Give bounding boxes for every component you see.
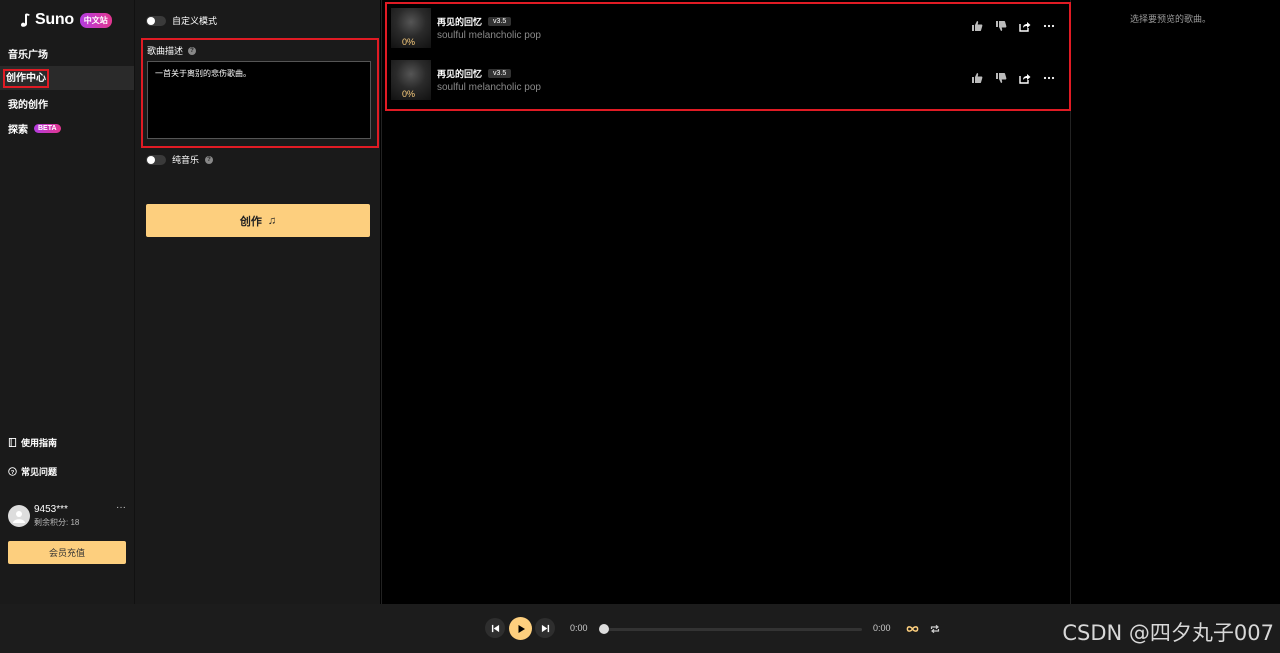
help-icon[interactable]: ? <box>188 46 197 55</box>
sidebar-item-label: 创作中心 <box>3 68 49 88</box>
sidebar-item-label: 音乐广场 <box>8 49 48 61</box>
instrumental-toggle[interactable] <box>146 154 166 165</box>
brand-name: Suno <box>35 11 74 28</box>
sidebar-item-create-center[interactable]: 创作中心 <box>0 66 134 90</box>
version-badge: v3.5 <box>488 69 512 78</box>
thumbs-down-icon[interactable] <box>995 72 1007 84</box>
song-cover[interactable]: 0% <box>391 8 431 48</box>
instrumental-row: 纯音乐 ? <box>146 153 214 166</box>
guide-label: 使用指南 <box>21 438 58 448</box>
play-button[interactable] <box>509 617 532 640</box>
svg-text:?: ? <box>11 470 15 476</box>
user-profile[interactable]: 9453*** 剩余积分: 18 <box>8 504 79 528</box>
thumbs-up-icon[interactable] <box>971 20 983 32</box>
more-icon[interactable] <box>1043 20 1055 32</box>
sidebar-item-music-square[interactable]: 音乐广场 <box>0 41 134 65</box>
skip-previous-icon <box>491 624 499 632</box>
previous-button[interactable] <box>485 618 505 638</box>
progress-track[interactable] <box>604 628 862 631</box>
preview-panel: 选择要预览的歌曲。 <box>1072 0 1280 604</box>
beta-badge: BETA <box>34 123 61 133</box>
book-icon <box>8 438 17 447</box>
guide-link[interactable]: 使用指南 <box>8 436 57 449</box>
song-description-section: 歌曲描述 ? 一首关于离别的悲伤歌曲。 <box>141 38 379 148</box>
next-button[interactable] <box>535 618 555 638</box>
create-button[interactable]: 创作 ♫ <box>146 204 370 237</box>
custom-mode-label: 自定义模式 <box>172 16 218 26</box>
faq-label: 常见问题 <box>21 467 58 477</box>
preview-empty-text: 选择要预览的歌曲。 <box>1130 14 1212 24</box>
song-title[interactable]: 再见的回忆 <box>437 15 482 28</box>
song-list: 0% 再见的回忆 v3.5 soulful melancholic pop 0% <box>381 0 1071 604</box>
site-badge: 中文站 <box>79 12 112 28</box>
song-description-label-row: 歌曲描述 ? <box>147 44 197 57</box>
song-row[interactable]: 0% 再见的回忆 v3.5 soulful melancholic pop <box>391 58 1063 102</box>
watermark: CSDN @四夕丸子007 <box>1062 621 1274 645</box>
repeat-icon[interactable] <box>930 624 940 634</box>
song-style: soulful melancholic pop <box>437 82 541 93</box>
sidebar: Suno 中文站 音乐广场 创作中心 我的创作 探索 BETA 使用指南 ? 常… <box>0 0 134 604</box>
version-badge: v3.5 <box>488 17 512 26</box>
song-row[interactable]: 0% 再见的回忆 v3.5 soulful melancholic pop <box>391 6 1063 50</box>
music-note-icon: ♫ <box>267 214 277 227</box>
custom-mode-toggle[interactable] <box>146 15 166 26</box>
share-icon[interactable] <box>1019 72 1031 84</box>
sidebar-item-my-creations[interactable]: 我的创作 <box>0 91 134 115</box>
share-icon[interactable] <box>1019 20 1031 32</box>
more-icon[interactable] <box>1043 72 1055 84</box>
player-bar: 0:00 0:00 CSDN @四夕丸子007 <box>0 604 1280 653</box>
song-description-label: 歌曲描述 <box>147 46 184 56</box>
thumbs-down-icon[interactable] <box>995 20 1007 32</box>
generation-progress: 0% <box>402 37 416 47</box>
play-icon <box>518 624 525 633</box>
credits-remaining: 剩余积分: 18 <box>34 518 80 527</box>
username: 9453*** <box>34 504 68 515</box>
question-circle-icon: ? <box>8 467 17 476</box>
help-icon[interactable]: ? <box>205 155 214 164</box>
logo[interactable]: Suno 中文站 <box>18 11 112 29</box>
song-description-input[interactable]: 一首关于离别的悲伤歌曲。 <box>147 61 371 139</box>
song-title[interactable]: 再见的回忆 <box>437 67 482 80</box>
song-cover[interactable]: 0% <box>391 60 431 100</box>
suno-logo-icon <box>21 13 30 27</box>
generated-songs-group: 0% 再见的回忆 v3.5 soulful melancholic pop 0% <box>385 2 1071 111</box>
user-icon <box>13 511 25 523</box>
sidebar-item-label: 探索 <box>8 124 28 136</box>
user-more-button[interactable]: ··· <box>116 502 126 513</box>
song-style: soulful melancholic pop <box>437 30 541 41</box>
sidebar-item-explore[interactable]: 探索 BETA <box>0 116 134 140</box>
custom-mode-row: 自定义模式 <box>146 14 217 27</box>
current-time: 0:00 <box>570 623 588 633</box>
instrumental-label: 纯音乐 <box>172 155 200 165</box>
progress-handle[interactable] <box>599 624 609 634</box>
recharge-button[interactable]: 会员充值 <box>8 541 126 564</box>
infinity-loop-icon[interactable] <box>906 624 919 634</box>
avatar <box>8 505 30 527</box>
total-time: 0:00 <box>873 623 891 633</box>
skip-next-icon <box>541 624 549 632</box>
generation-progress: 0% <box>402 89 416 99</box>
create-button-label: 创作 <box>239 215 262 228</box>
thumbs-up-icon[interactable] <box>971 72 983 84</box>
sidebar-item-label: 我的创作 <box>8 99 48 111</box>
create-panel: 自定义模式 歌曲描述 ? 一首关于离别的悲伤歌曲。 纯音乐 ? 创作 ♫ <box>134 0 380 604</box>
faq-link[interactable]: ? 常见问题 <box>8 465 57 478</box>
